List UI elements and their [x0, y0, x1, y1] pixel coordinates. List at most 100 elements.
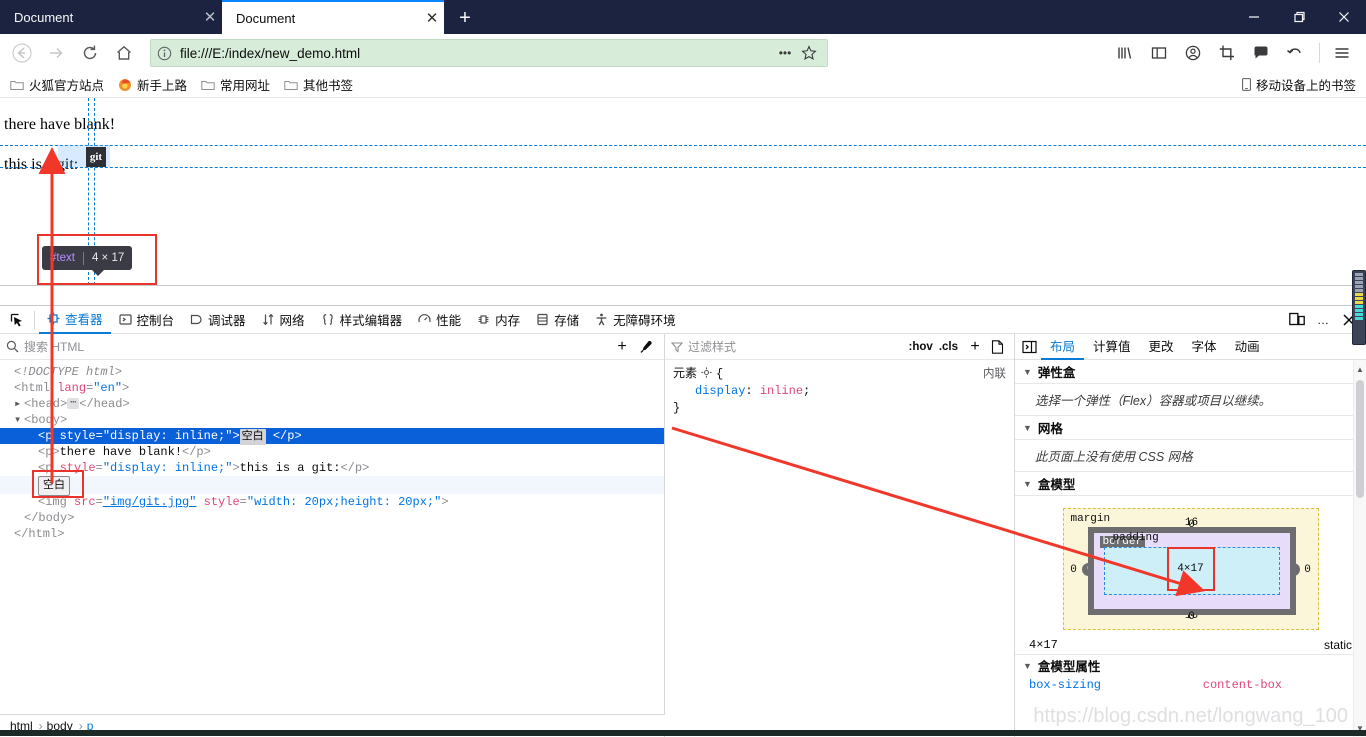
section-header-box-model[interactable]: ▼ 盒模型: [1015, 472, 1366, 496]
box-model-property-row[interactable]: box-sizing content-box: [1015, 676, 1366, 694]
close-icon[interactable]: ✕: [420, 6, 444, 30]
devtools-tab-memory[interactable]: 内存: [469, 306, 528, 334]
browser-tab-1[interactable]: Document ✕: [0, 0, 222, 34]
bookmark-item-mobile[interactable]: 移动设备上的书签: [1242, 75, 1356, 94]
forward-icon[interactable]: [40, 37, 72, 69]
rule-declaration[interactable]: display: inline;: [673, 383, 1006, 400]
pane-toggle-icon[interactable]: [1017, 335, 1041, 359]
page-actions-icon[interactable]: •••: [773, 46, 797, 60]
library-icon[interactable]: [1109, 37, 1141, 69]
url-bar[interactable]: file:///E:/index/new_demo.html •••: [150, 39, 828, 67]
new-tab-button[interactable]: +: [452, 5, 478, 31]
responsive-design-icon[interactable]: [1284, 307, 1310, 333]
rules-pane: 过滤样式 :hov .cls + 内联 元素 { display: inline…: [665, 334, 1015, 737]
section-header-flexbox[interactable]: ▼ 弹性盒: [1015, 360, 1366, 384]
bookmark-item-1[interactable]: 新手上路: [118, 75, 187, 94]
margin-left-value[interactable]: 0: [1069, 564, 1079, 576]
close-icon[interactable]: [1321, 0, 1366, 34]
devtools-tab-network[interactable]: 网络: [254, 306, 313, 334]
rule-gear-icon[interactable]: [701, 366, 712, 383]
screenshot-icon[interactable]: [1211, 37, 1243, 69]
devtools-tab-style-editor[interactable]: 样式编辑器: [313, 306, 411, 334]
scrollbar-thumb[interactable]: [1356, 380, 1364, 498]
close-icon[interactable]: ✕: [198, 5, 222, 29]
minimize-icon[interactable]: [1231, 0, 1276, 34]
box-model-margin-area[interactable]: margin 16 16 16 16 0 0 0 0 0 0 border: [1062, 508, 1319, 630]
markup-line[interactable]: <!DOCTYPE html>: [0, 364, 664, 380]
expand-twisty-icon[interactable]: ▸: [14, 396, 24, 412]
devtools-tab-inspector[interactable]: 查看器: [39, 306, 111, 334]
undo-icon[interactable]: [1279, 37, 1311, 69]
bookmark-item-2[interactable]: 常用网址: [201, 75, 270, 94]
layout-pane-scrollbar[interactable]: ▲ ▼: [1353, 360, 1366, 737]
markup-line-whitespace[interactable]: 空白: [0, 476, 664, 496]
bookmark-item-3[interactable]: 其他书签: [284, 75, 353, 94]
rule-source[interactable]: 内联: [983, 366, 1006, 383]
declaration-property[interactable]: display: [673, 384, 745, 398]
markup-attr-value-src[interactable]: "img/git.jpg": [103, 495, 197, 509]
cls-toggle-button[interactable]: .cls: [939, 341, 958, 353]
markup-line-selected[interactable]: <p style="display: inline;"> 空白 </p>: [0, 428, 664, 445]
devtools-meatball-menu-icon[interactable]: …: [1310, 307, 1336, 333]
margin-right-value[interactable]: 0: [1303, 564, 1313, 576]
layout-tab-changes[interactable]: 更改: [1140, 334, 1183, 360]
devtools-tab-accessibility[interactable]: 无障碍环境: [587, 306, 684, 334]
info-circle-icon[interactable]: [157, 46, 172, 61]
layout-tab-fonts[interactable]: 字体: [1183, 334, 1226, 360]
padding-bottom-value[interactable]: 0: [1188, 611, 1195, 623]
toolbar-divider: [34, 310, 35, 329]
padding-top-value[interactable]: 0: [1188, 519, 1195, 531]
window-scrollbar-graphic[interactable]: [1352, 270, 1366, 345]
hov-toggle-button[interactable]: :hov: [909, 341, 933, 353]
devtools-tab-console[interactable]: 控制台: [111, 306, 183, 334]
collapsed-children-icon[interactable]: ⋯: [67, 398, 80, 410]
stylesheet-icon[interactable]: [986, 336, 1008, 358]
box-model-diagram[interactable]: margin 16 16 16 16 0 0 0 0 0 0 border: [1015, 496, 1366, 634]
menu-icon[interactable]: [1326, 37, 1358, 69]
element-picker-icon[interactable]: [4, 307, 30, 333]
devtools-tab-performance[interactable]: 性能: [410, 306, 469, 334]
markup-line[interactable]: <p style="display: inline;">this is a gi…: [0, 460, 664, 476]
markup-line[interactable]: <p>there have blank!</p>: [0, 444, 664, 460]
eyedropper-icon[interactable]: [634, 335, 658, 359]
box-model-padding-label: padding: [1112, 532, 1159, 544]
markup-line[interactable]: ▾ <body>: [0, 412, 664, 428]
pocket-icon[interactable]: [1245, 37, 1277, 69]
section-header-box-model-properties[interactable]: ▼ 盒模型属性: [1015, 654, 1366, 676]
property-value: content-box: [1202, 678, 1282, 692]
markup-line[interactable]: <img src="img/git.jpg" style="width: 20p…: [0, 494, 664, 510]
devtools-tab-debugger[interactable]: 调试器: [182, 306, 254, 334]
markup-line[interactable]: ▸ <head> ⋯ </head>: [0, 396, 664, 412]
markup-line[interactable]: <html lang="en">: [0, 380, 664, 396]
layout-tab-computed[interactable]: 计算值: [1084, 334, 1140, 360]
section-header-grid[interactable]: ▼ 网格: [1015, 416, 1366, 440]
maximize-icon[interactable]: [1276, 0, 1321, 34]
search-input[interactable]: 搜索 HTML: [24, 338, 610, 355]
bookmark-star-icon[interactable]: [797, 45, 821, 61]
back-icon[interactable]: [6, 37, 38, 69]
layout-tab-animations[interactable]: 动画: [1226, 334, 1269, 360]
scroll-up-icon[interactable]: ▲: [1354, 362, 1366, 376]
collapse-twisty-icon[interactable]: ▾: [14, 412, 24, 428]
search-icon: [6, 340, 19, 353]
inspector-tooltip: #text 4 × 17: [42, 246, 133, 276]
tooltip-dimensions: 4 × 17: [91, 252, 125, 264]
layout-pane-content: ▼ 弹性盒 选择一个弹性（Flex）容器或项目以继续。 ▼ 网格 此页面上没有使…: [1015, 360, 1366, 737]
account-icon[interactable]: [1177, 37, 1209, 69]
rules-filter-input[interactable]: 过滤样式: [688, 338, 903, 355]
markup-line[interactable]: </html>: [0, 526, 664, 542]
home-icon[interactable]: [108, 37, 140, 69]
devtools-tab-storage[interactable]: 存储: [528, 306, 587, 334]
reload-icon[interactable]: [74, 37, 106, 69]
layout-tab-layout[interactable]: 布局: [1041, 334, 1085, 360]
sidebar-icon[interactable]: [1143, 37, 1175, 69]
markup-text: this is a git:: [239, 461, 341, 475]
declaration-value[interactable]: inline: [760, 384, 803, 398]
browser-tab-2[interactable]: Document ✕: [222, 0, 444, 34]
add-node-button[interactable]: +: [610, 335, 634, 359]
box-model-content-area[interactable]: 4×17: [1166, 547, 1215, 591]
add-rule-button[interactable]: +: [964, 336, 986, 358]
markup-view[interactable]: <!DOCTYPE html> <html lang="en"> ▸ <head>…: [0, 360, 664, 737]
markup-line[interactable]: </body>: [0, 510, 664, 526]
bookmark-item-0[interactable]: 火狐官方站点: [10, 75, 104, 94]
